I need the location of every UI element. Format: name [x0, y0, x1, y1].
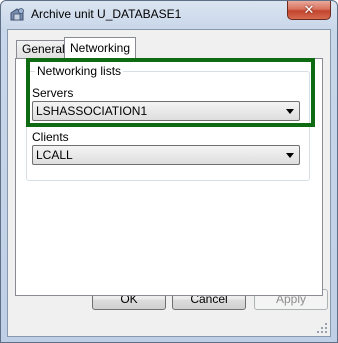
networking-tab-panel: Networking lists Servers LSHASSOCIATION1…	[15, 58, 323, 296]
title-bar[interactable]: Archive unit U_DATABASE1 ✕	[1, 1, 337, 29]
window-title: Archive unit U_DATABASE1	[31, 7, 182, 21]
tab-networking-label: Networking	[70, 41, 131, 55]
clients-value: LCALL	[36, 148, 73, 162]
chevron-down-icon	[286, 153, 294, 158]
clients-label: Clients	[32, 130, 69, 144]
dialog-client-area: General Networking Networking lists Serv…	[7, 29, 331, 337]
networking-lists-group: Networking lists Servers LSHASSOCIATION1…	[26, 64, 310, 181]
resize-grip-icon[interactable]	[316, 322, 328, 334]
tab-general-label: General	[22, 42, 65, 56]
tab-general[interactable]: General	[16, 40, 65, 58]
servers-value: LSHASSOCIATION1	[36, 104, 148, 118]
clients-dropdown[interactable]: LCALL	[32, 145, 300, 165]
servers-label: Servers	[32, 86, 74, 100]
close-icon: ✕	[303, 2, 315, 17]
servers-dropdown[interactable]: LSHASSOCIATION1	[32, 101, 300, 121]
archive-icon	[10, 8, 24, 21]
tab-networking[interactable]: Networking	[64, 37, 136, 59]
dialog-window: Archive unit U_DATABASE1 ✕ General Netwo…	[0, 0, 338, 343]
chevron-down-icon	[286, 109, 294, 114]
group-title: Networking lists	[35, 64, 124, 78]
close-button[interactable]: ✕	[287, 1, 331, 20]
